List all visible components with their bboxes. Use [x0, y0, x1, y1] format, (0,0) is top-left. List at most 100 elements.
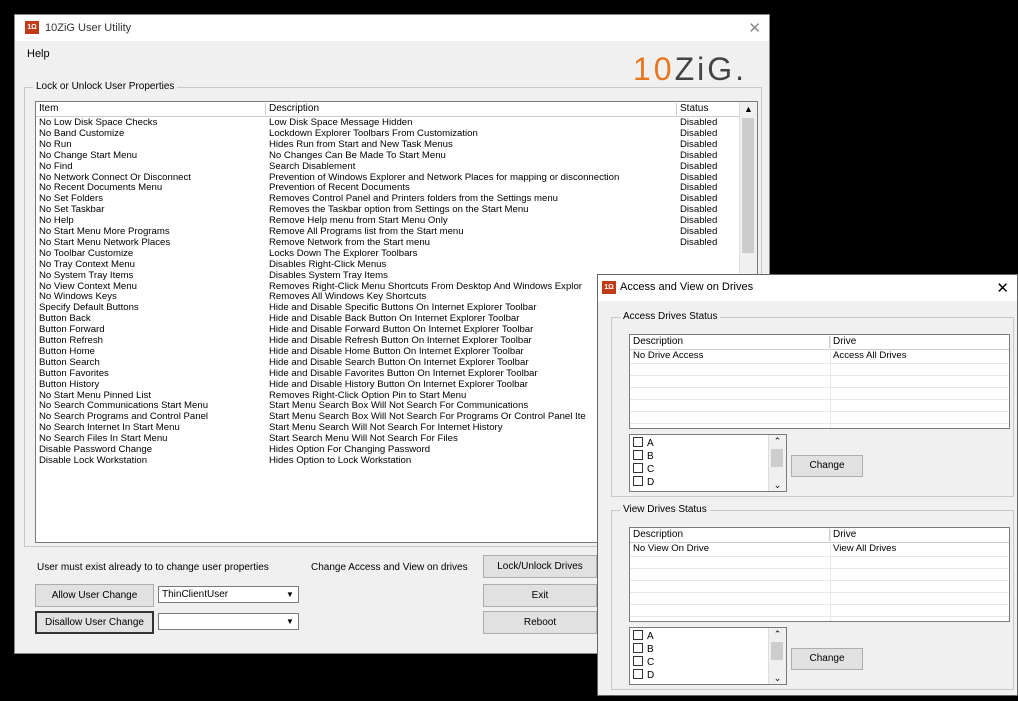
cell-description: Disables Right-Click Menus	[269, 259, 387, 270]
cell-status: Disabled	[680, 227, 718, 237]
checkbox-b[interactable]: B	[633, 450, 654, 462]
column-header-drive[interactable]: Drive	[830, 336, 1009, 348]
cell-status: Disabled	[680, 194, 718, 205]
checkbox-a[interactable]: A	[633, 630, 654, 642]
menu-help[interactable]: Help	[27, 48, 50, 60]
cell-item: Button Home	[39, 346, 95, 357]
cell-item: Button History	[39, 379, 100, 390]
scroll-up-icon[interactable]: ▲	[740, 102, 757, 116]
cell-item: No Recent Documents Menu	[39, 183, 163, 194]
scroll-up-icon[interactable]: ⌃	[769, 435, 786, 447]
disallow-user-combo[interactable]: ▼	[158, 613, 299, 630]
checkbox-c[interactable]: C	[633, 656, 654, 668]
column-header-description[interactable]: Description	[630, 529, 830, 541]
view-drives-list[interactable]: Description Drive No View On Drive View …	[629, 527, 1010, 622]
cell-description: Lockdown Explorer Toolbars From Customiz…	[269, 128, 478, 139]
table-row[interactable]: No Change Start Menu No Changes Can Be Ma…	[36, 151, 741, 162]
view-letter-list[interactable]: A B C D ⌃ ⌄	[629, 627, 787, 685]
cell-status: Disabled	[680, 161, 718, 172]
view-drives-group: View Drives Status Description Drive No …	[611, 504, 1014, 690]
table-row[interactable]: No Start Menu More Programs Remove All Pr…	[36, 227, 741, 238]
access-change-button[interactable]: Change	[791, 455, 863, 477]
reboot-button[interactable]: Reboot	[483, 611, 597, 634]
checkbox-d[interactable]: D	[633, 476, 654, 488]
scroll-thumb[interactable]	[771, 642, 783, 660]
cell-description: Remove Network from the Start menu	[269, 237, 431, 248]
allow-user-change-button[interactable]: Allow User Change	[35, 584, 154, 607]
cell-description: Low Disk Space Message Hidden	[269, 118, 413, 128]
title-bar[interactable]: 1Ω 10ZiG User Utility ✕	[15, 15, 769, 41]
cell-description: Removes the Taskbar option from Settings…	[269, 205, 529, 216]
column-header-description[interactable]: Description	[266, 103, 677, 115]
table-row[interactable]: No Low Disk Space Checks Low Disk Space M…	[36, 118, 741, 129]
close-icon[interactable]: ✕	[748, 19, 761, 37]
table-row[interactable]: No Set Taskbar Removes the Taskbar option…	[36, 205, 741, 216]
table-row[interactable]: No Start Menu Network Places Remove Netwo…	[36, 238, 741, 249]
cell-item: Button Search	[39, 357, 100, 368]
exit-button[interactable]: Exit	[483, 584, 597, 607]
cell-item: Disable Password Change	[39, 445, 153, 455]
table-row[interactable]: No Help Remove Help menu from Start Menu …	[36, 216, 741, 227]
drives-dialog: 1Ω Access and View on Drives ✕ Access Dr…	[597, 274, 1018, 696]
column-header-status[interactable]: Status	[677, 103, 742, 115]
cell-status: Disabled	[680, 118, 718, 128]
cell-status: Disabled	[680, 205, 718, 216]
letter-scrollbar[interactable]: ⌃ ⌄	[768, 628, 786, 684]
table-row[interactable]: No Drive Access Access All Drives	[630, 351, 1009, 362]
scroll-thumb[interactable]	[771, 449, 783, 467]
cell-status: Disabled	[680, 128, 718, 139]
close-icon[interactable]: ✕	[996, 279, 1009, 297]
table-row[interactable]: No Network Connect Or Disconnect Preventi…	[36, 173, 741, 184]
cell-item: No Toolbar Customize	[39, 248, 134, 259]
table-row[interactable]: No Tray Context Menu Disables Right-Click…	[36, 260, 741, 271]
column-header-item[interactable]: Item	[36, 103, 266, 115]
table-row[interactable]: No Run Hides Run from Start and New Task …	[36, 140, 741, 151]
access-drives-list[interactable]: Description Drive No Drive Access Access…	[629, 334, 1010, 429]
table-row[interactable]: No Toolbar Customize Locks Down The Explo…	[36, 249, 741, 260]
checkbox-c[interactable]: C	[633, 463, 654, 475]
cell-description: No Drive Access	[633, 351, 704, 361]
scroll-down-icon[interactable]: ⌄	[769, 479, 786, 491]
brand-logo: 10ZiG.	[632, 51, 747, 87]
cell-item: No Run	[39, 139, 72, 150]
access-letter-list[interactable]: A B C D ⌃ ⌄	[629, 434, 787, 492]
cell-item: No Search Programs and Control Panel	[39, 412, 209, 423]
scroll-up-icon[interactable]: ⌃	[769, 628, 786, 640]
scroll-thumb[interactable]	[742, 118, 754, 253]
cell-status: Disabled	[680, 150, 718, 161]
chevron-down-icon[interactable]: ▼	[283, 615, 297, 628]
checkbox-a[interactable]: A	[633, 437, 654, 449]
checkbox-b[interactable]: B	[633, 643, 654, 655]
cell-status: Disabled	[680, 139, 718, 150]
cell-description: Search Disablement	[269, 161, 356, 172]
cell-drive: View All Drives	[833, 544, 897, 554]
table-row[interactable]: No Recent Documents Menu Prevention of Re…	[36, 183, 741, 194]
list-header: Item Description Status	[36, 102, 757, 117]
cell-item: No Search Communications Start Menu	[39, 401, 209, 412]
cell-item: Button Favorites	[39, 368, 109, 379]
table-row[interactable]: No Find Search Disablement Disabled	[36, 162, 741, 173]
cell-item: Specify Default Buttons	[39, 303, 139, 314]
disallow-user-change-button[interactable]: Disallow User Change	[35, 611, 154, 634]
scroll-down-icon[interactable]: ⌄	[769, 672, 786, 684]
10zig-logo-icon: 1Ω	[25, 21, 39, 34]
allow-user-combo[interactable]: ThinClientUser ▼	[158, 586, 299, 603]
checkbox-d[interactable]: D	[633, 669, 654, 681]
lock-unlock-drives-button[interactable]: Lock/Unlock Drives	[483, 555, 597, 578]
table-row[interactable]: No Band Customize Lockdown Explorer Toolb…	[36, 129, 741, 140]
cell-status: Disabled	[680, 172, 718, 183]
group-label: Lock or Unlock User Properties	[33, 81, 178, 92]
window-title: 10ZiG User Utility	[45, 22, 132, 34]
access-label: Change Access and View on drives	[311, 562, 468, 573]
dialog-title-bar[interactable]: 1Ω Access and View on Drives ✕	[598, 275, 1017, 301]
table-row[interactable]: No Set Folders Removes Control Panel and …	[36, 194, 741, 205]
cell-item: No Tray Context Menu	[39, 259, 135, 270]
cell-item: No Start Menu Pinned List	[39, 390, 151, 401]
column-header-drive[interactable]: Drive	[830, 529, 1009, 541]
table-row[interactable]: No View On Drive View All Drives	[630, 544, 1009, 555]
column-header-description[interactable]: Description	[630, 336, 830, 348]
letter-scrollbar[interactable]: ⌃ ⌄	[768, 435, 786, 491]
cell-item: No Change Start Menu	[39, 150, 138, 161]
view-change-button[interactable]: Change	[791, 648, 863, 670]
chevron-down-icon[interactable]: ▼	[283, 588, 297, 601]
